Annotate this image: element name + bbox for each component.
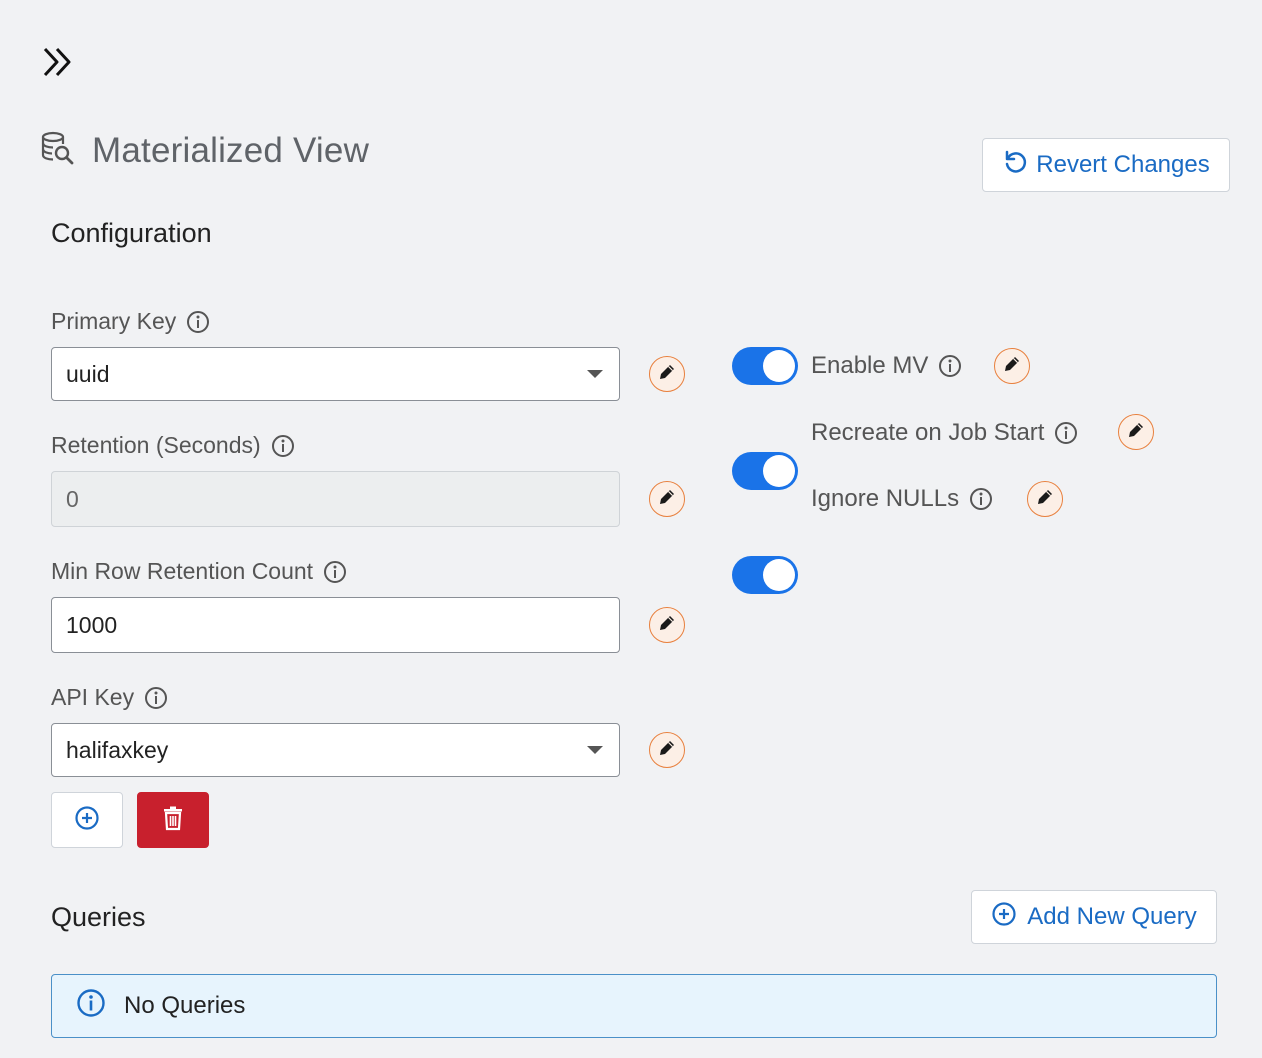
min-row-label-row: Min Row Retention Count [51, 558, 347, 585]
edit-retention-button[interactable] [649, 481, 685, 517]
plus-circle-icon [74, 805, 100, 836]
chevron-down-icon [587, 370, 603, 378]
recreate-on-job-start-label: Recreate on Job Start [811, 419, 1045, 446]
primary-key-value: uuid [66, 360, 110, 387]
revert-changes-label: Revert Changes [1036, 151, 1210, 178]
min-row-label: Min Row Retention Count [51, 558, 314, 584]
revert-changes-button[interactable]: Revert Changes [982, 138, 1230, 192]
primary-key-select[interactable]: uuid [51, 347, 620, 401]
info-icon[interactable] [938, 354, 962, 378]
recreate-on-job-start-toggle[interactable] [732, 452, 798, 490]
ignore-nulls-label: Ignore NULLs [811, 485, 960, 512]
page-header: Materialized View [40, 130, 369, 171]
retention-label-row: Retention (Seconds) [51, 432, 295, 459]
queries-title: Queries [51, 902, 146, 932]
edit-enable-mv-button[interactable] [994, 348, 1030, 384]
undo-icon [1002, 149, 1028, 182]
api-key-value: halifaxkey [66, 736, 169, 763]
ignore-nulls-toggle[interactable] [732, 556, 798, 594]
info-icon [76, 988, 106, 1025]
edit-primary-key-button[interactable] [649, 356, 685, 392]
info-icon[interactable] [144, 686, 168, 710]
chevron-down-icon [587, 746, 603, 754]
expand-sidebar-icon[interactable] [40, 44, 76, 80]
pencil-icon [1002, 354, 1022, 379]
toggle-knob [763, 350, 795, 382]
primary-key-label: Primary Key [51, 308, 177, 334]
database-search-icon [40, 130, 74, 171]
info-icon[interactable] [1054, 421, 1078, 445]
add-new-query-button[interactable]: Add New Query [971, 890, 1217, 944]
edit-min-row-button[interactable] [649, 607, 685, 643]
delete-api-key-button[interactable] [137, 792, 209, 848]
edit-recreate-on-job-start-button[interactable] [1118, 414, 1154, 450]
add-api-key-button[interactable] [51, 792, 123, 848]
api-key-label: API Key [51, 684, 135, 710]
api-key-label-row: API Key [51, 684, 168, 711]
no-queries-alert: No Queries [51, 974, 1217, 1038]
edit-ignore-nulls-button[interactable] [1027, 481, 1063, 517]
min-row-input[interactable]: 1000 [51, 597, 620, 653]
toggle-knob [763, 559, 795, 591]
page-title: Materialized View [92, 130, 370, 170]
ignore-nulls-label-row: Ignore NULLs [811, 485, 993, 513]
info-icon[interactable] [969, 487, 993, 511]
trash-icon [161, 805, 185, 836]
pencil-icon [657, 362, 677, 387]
retention-input: 0 [51, 471, 620, 527]
pencil-icon [1035, 487, 1055, 512]
info-icon[interactable] [271, 434, 295, 458]
pencil-icon [657, 613, 677, 638]
retention-label: Retention (Seconds) [51, 432, 261, 458]
toggle-knob [763, 455, 795, 487]
pencil-icon [657, 738, 677, 763]
min-row-value: 1000 [66, 611, 118, 638]
info-icon[interactable] [186, 310, 210, 334]
enable-mv-label-row: Enable MV [811, 352, 962, 380]
api-key-select[interactable]: halifaxkey [51, 723, 620, 777]
info-icon[interactable] [323, 560, 347, 584]
plus-circle-icon [991, 901, 1017, 934]
pencil-icon [1126, 420, 1146, 445]
recreate-label-row: Recreate on Job Start [811, 419, 1078, 447]
enable-mv-label: Enable MV [811, 352, 929, 379]
enable-mv-toggle[interactable] [732, 347, 798, 385]
pencil-icon [657, 487, 677, 512]
no-queries-text: No Queries [124, 992, 246, 1019]
retention-value: 0 [66, 485, 79, 512]
add-new-query-label: Add New Query [1027, 903, 1197, 930]
edit-api-key-button[interactable] [649, 732, 685, 768]
configuration-title: Configuration [51, 218, 212, 248]
primary-key-label-row: Primary Key [51, 308, 210, 335]
